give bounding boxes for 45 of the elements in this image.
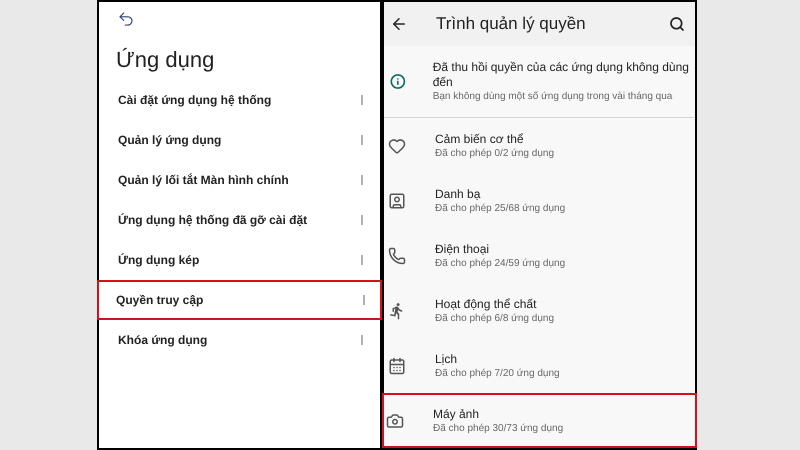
notice-title: Đã thu hồi quyền của các ứng dụng không dùng đến: [432, 60, 690, 90]
settings-item[interactable]: Quản lý ứng dụng: [99, 120, 380, 160]
permission-item[interactable]: Danh bạ Đã cho phép 25/68 ứng dụng: [384, 173, 695, 228]
permission-summary: Đã cho phép 7/20 ứng dụng: [435, 366, 560, 380]
permission-item[interactable]: Máy ảnh Đã cho phép 30/73 ứng dụng: [382, 393, 697, 448]
permission-label: Điện thoại: [435, 240, 490, 256]
camera-icon: [386, 412, 404, 430]
permission-item[interactable]: Lịch Đã cho phép 7/20 ứng dụng: [384, 338, 695, 393]
settings-item[interactable]: Quản lý lối tắt Màn hình chính: [99, 160, 380, 200]
permission-label: Máy ảnh: [433, 406, 480, 422]
item-label: Cài đặt ứng dụng hệ thống: [118, 92, 272, 109]
permission-summary: Đã cho phép 25/68 ứng dụng: [435, 202, 566, 216]
calendar-icon: [388, 356, 406, 374]
info-icon: [390, 73, 406, 90]
item-label: Khóa ứng dụng: [118, 332, 208, 349]
heart-icon: [388, 136, 406, 154]
notice-item[interactable]: Đã thu hồi quyền của các ứng dụng không dùng đến Bạn không dùng một số ứng dụng trong vài tháng qua: [384, 46, 695, 118]
phone-icon: [388, 246, 406, 264]
permission-item[interactable]: Hoạt động thể chất Đã cho phép 6/8 ứng dụng: [384, 283, 695, 338]
item-label: Quản lý ứng dụng: [118, 132, 222, 149]
item-label: Quản lý lối tắt Màn hình chính: [118, 172, 290, 189]
notice-subtitle: Bạn không dùng một số ứng dụng trong vài tháng qua: [432, 90, 674, 104]
permission-summary: Đã cho phép 24/59 ứng dụng: [435, 256, 566, 270]
screen-title: Ứng dụng: [116, 46, 214, 74]
item-label: Ứng dụng kép: [118, 252, 200, 269]
contact-card-icon: [388, 192, 406, 210]
settings-item[interactable]: Khóa ứng dụng: [99, 320, 380, 360]
permission-item[interactable]: Cảm biến cơ thể Đã cho phép 0/2 ứng dụng: [384, 118, 695, 173]
permission-summary: Đã cho phép 0/2 ứng dụng: [435, 146, 554, 160]
permission-summary: Đã cho phép 6/8 ứng dụng: [435, 312, 554, 326]
permission-label: Hoạt động thể chất: [435, 296, 538, 312]
settings-item[interactable]: Quyền truy cập: [97, 280, 382, 320]
settings-item[interactable]: Ứng dụng hệ thống đã gỡ cài đặt: [99, 200, 380, 240]
permission-summary: Đã cho phép 30/73 ứng dụng: [433, 422, 564, 436]
item-label: Quyền truy cập: [116, 292, 204, 309]
permission-label: Lịch: [435, 350, 458, 366]
permission-item[interactable]: Điện thoại Đã cho phép 24/59 ứng dụng: [384, 228, 695, 283]
permission-label: Cảm biến cơ thể: [435, 130, 525, 146]
back-icon[interactable]: [390, 15, 408, 33]
settings-item[interactable]: Cài đặt ứng dụng hệ thống: [99, 80, 380, 120]
app-bar-title: Trình quản lý quyền: [436, 13, 587, 36]
search-icon[interactable]: [669, 16, 685, 32]
permission-label: Danh bạ: [435, 186, 482, 202]
settings-item[interactable]: Ứng dụng kép: [99, 240, 380, 280]
item-label: Ứng dụng hệ thống đã gỡ cài đặt: [118, 212, 308, 229]
